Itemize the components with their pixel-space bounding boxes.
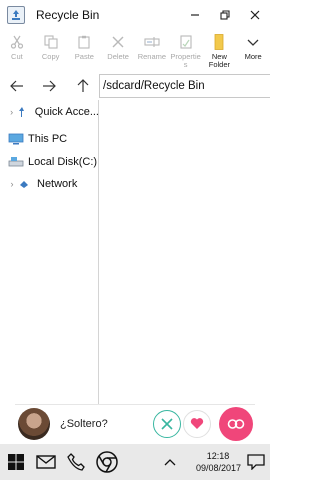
properties-label: Propertie s — [170, 52, 201, 69]
ad-dislike-button[interactable] — [153, 409, 181, 438]
network-icon — [19, 179, 33, 189]
ad-app-logo-icon[interactable] — [219, 406, 253, 441]
notification-icon — [247, 454, 265, 470]
back-button[interactable] — [6, 76, 28, 96]
cut-icon — [9, 34, 25, 50]
sidebar-item-label: Quick Acce... — [34, 106, 99, 118]
windows-logo-icon — [8, 454, 24, 470]
sidebar-item-label: This PC — [28, 133, 68, 145]
heart-icon — [190, 418, 204, 429]
rename-button[interactable]: Rename — [135, 30, 169, 70]
arrow-up-icon — [77, 79, 89, 92]
cut-button[interactable]: Cut — [0, 30, 34, 70]
close-icon — [250, 10, 260, 20]
address-bar[interactable]: /sdcard/Recycle Bin — [99, 74, 270, 98]
new-folder-icon — [211, 34, 227, 50]
file-list-area[interactable] — [100, 100, 270, 405]
start-button[interactable] — [4, 444, 28, 480]
mail-icon — [36, 455, 56, 469]
ad-text: ¿Soltero? — [60, 417, 108, 430]
expand-chevron-icon[interactable]: › — [8, 179, 16, 189]
computer-icon — [8, 133, 24, 146]
pin-icon — [18, 107, 31, 117]
copy-button[interactable]: Copy — [34, 30, 68, 70]
sidebar-item-label: Local Disk(C:) — [28, 156, 98, 168]
close-icon — [161, 417, 173, 430]
minimize-icon — [191, 14, 199, 16]
more-button[interactable]: More — [236, 30, 270, 70]
sidebar-item-this-pc[interactable]: This PC — [0, 129, 99, 149]
clock[interactable]: 12:18 09/08/2017 — [196, 450, 242, 474]
delete-button[interactable]: Delete — [101, 30, 135, 70]
sidebar-item-local-disk[interactable]: Local Disk(C:) — [0, 152, 99, 172]
chrome-icon — [96, 451, 118, 473]
more-icon — [245, 34, 261, 50]
phone-icon — [67, 453, 85, 471]
title-bar: Recycle Bin — [0, 0, 270, 30]
mail-app-button[interactable] — [34, 444, 58, 480]
delete-icon — [110, 34, 126, 50]
restore-icon — [220, 10, 230, 20]
properties-icon — [178, 34, 194, 50]
up-button[interactable] — [72, 76, 94, 96]
arrow-left-icon — [10, 80, 23, 92]
expand-chevron-icon[interactable]: › — [8, 107, 15, 117]
sidebar-item-network[interactable]: › Network — [0, 174, 99, 194]
tray-expand-button[interactable] — [160, 444, 180, 480]
delete-label: Delete — [107, 52, 129, 61]
ad-banner[interactable]: ¿Soltero? — [15, 404, 255, 442]
taskbar: 12:18 09/08/2017 — [0, 444, 270, 480]
clock-time: 12:18 — [206, 451, 230, 461]
new-folder-button[interactable]: New Folder — [203, 30, 237, 70]
properties-button[interactable]: Propertie s — [169, 30, 203, 70]
cut-label: Cut — [11, 52, 23, 61]
arrow-right-icon — [43, 80, 56, 92]
sidebar-item-label: Network — [37, 178, 78, 190]
chevron-up-icon — [164, 459, 176, 466]
paste-button[interactable]: Paste — [68, 30, 102, 70]
more-label: More — [244, 52, 262, 61]
ribbon-toolbar: Cut Copy Paste Delete Rename Propertie s… — [0, 30, 270, 70]
ad-like-button[interactable] — [183, 409, 211, 438]
new-folder-label: New Folder — [208, 52, 230, 69]
sidebar-tree: › Quick Acce... This PC Local Disk(C:) ›… — [0, 100, 99, 405]
sidebar-item-quick-access[interactable]: › Quick Acce... — [0, 102, 99, 122]
file-explorer-window: Recycle Bin Cut Copy Paste Delete Rename… — [0, 0, 270, 480]
minimize-button[interactable] — [180, 0, 210, 30]
window-title: Recycle Bin — [36, 8, 100, 22]
paste-label: Paste — [74, 52, 94, 61]
drive-icon — [8, 156, 24, 168]
copy-icon — [43, 34, 59, 50]
rename-icon — [144, 34, 160, 50]
copy-label: Copy — [41, 52, 60, 61]
notifications-button[interactable] — [244, 444, 268, 480]
restore-button[interactable] — [210, 0, 240, 30]
chrome-app-button[interactable] — [94, 444, 120, 480]
ad-avatar — [18, 407, 50, 440]
recycle-bin-icon — [7, 6, 25, 24]
close-button[interactable] — [240, 0, 270, 30]
phone-app-button[interactable] — [64, 444, 88, 480]
rename-label: Rename — [137, 52, 167, 61]
forward-button[interactable] — [38, 76, 60, 96]
clock-date: 09/08/2017 — [196, 463, 242, 473]
paste-icon — [76, 34, 92, 50]
